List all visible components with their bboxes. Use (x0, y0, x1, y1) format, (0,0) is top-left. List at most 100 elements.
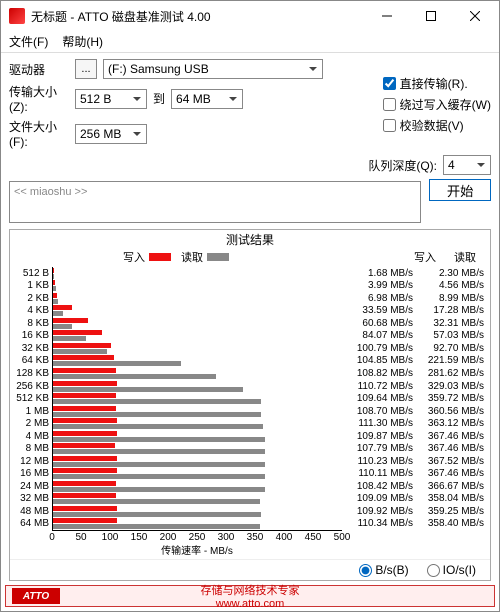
drive-select[interactable]: (F:) Samsung USB (103, 59, 323, 79)
y-label: 24 MB (10, 480, 49, 493)
write-bar (53, 268, 54, 273)
direct-io-checkbox[interactable]: 直接传输(R). (383, 75, 491, 92)
unit-radio-group: B/s(B) IO/s(I) (10, 559, 490, 580)
bar-row (53, 430, 342, 443)
write-bar (53, 280, 55, 285)
bar-row (53, 305, 342, 318)
app-icon (9, 8, 25, 24)
start-button[interactable]: 开始 (429, 179, 491, 201)
x-tick: 250 (189, 532, 206, 543)
transfer-to-select[interactable]: 64 MB (171, 89, 243, 109)
x-tick: 100 (102, 532, 119, 543)
y-label: 4 MB (10, 430, 49, 443)
menubar: 文件(F) 帮助(H) (1, 31, 499, 53)
write-bar (53, 343, 111, 348)
drive-label: 驱动器 (9, 61, 69, 78)
write-bar (53, 456, 117, 461)
y-label: 2 MB (10, 417, 49, 430)
write-bar (53, 381, 117, 386)
readout-row: 110.34 MB/s358.40 MB/s (342, 518, 484, 530)
read-bar (53, 311, 63, 316)
bar-row (53, 468, 342, 481)
unit-ios-radio[interactable]: IO/s(I) (427, 563, 476, 577)
to-label: 到 (153, 90, 165, 107)
menu-help[interactable]: 帮助(H) (62, 33, 103, 50)
x-tick: 200 (160, 532, 177, 543)
readout-row: 108.82 MB/s281.62 MB/s (342, 367, 484, 380)
verify-data-checkbox[interactable]: 校验数据(V) (383, 117, 491, 134)
write-bar (53, 406, 116, 411)
write-bar (53, 493, 116, 498)
titlebar: 无标题 - ATTO 磁盘基准测试 4.00 (1, 1, 499, 31)
bypass-cache-checkbox[interactable]: 绕过写入缓存(W) (383, 96, 491, 113)
footer-text: 存储与网络技术专家www.atto.com (66, 582, 434, 610)
write-bar (53, 468, 117, 473)
y-label: 1 KB (10, 280, 49, 293)
footer-banner[interactable]: ATTO 存储与网络技术专家www.atto.com (5, 585, 495, 607)
bar-row (53, 317, 342, 330)
write-bar (53, 293, 57, 298)
write-bar (53, 355, 114, 360)
readout-row: 111.30 MB/s363.12 MB/s (342, 417, 484, 430)
menu-file[interactable]: 文件(F) (9, 33, 48, 50)
readout-row: 3.99 MB/s4.56 MB/s (342, 280, 484, 293)
readout-row: 109.87 MB/s367.46 MB/s (342, 430, 484, 443)
read-bar (53, 462, 265, 467)
read-bar (53, 512, 261, 517)
y-label: 128 KB (10, 367, 49, 380)
write-bar (53, 518, 117, 523)
read-bar (53, 336, 86, 341)
readout-row: 33.59 MB/s17.28 MB/s (342, 305, 484, 318)
bar-row (53, 392, 342, 405)
description-input[interactable]: << miaoshu >> (9, 181, 421, 223)
read-bar (53, 412, 261, 417)
bar-row (53, 518, 342, 530)
readout-row: 60.68 MB/s32.31 MB/s (342, 317, 484, 330)
readout-row: 109.92 MB/s359.25 MB/s (342, 505, 484, 518)
readout-row: 100.79 MB/s92.70 MB/s (342, 342, 484, 355)
bar-row (53, 292, 342, 305)
transfer-size-label: 传输大小(Z): (9, 83, 69, 114)
file-size-select[interactable]: 256 MB (75, 124, 147, 144)
results-title: 测试结果 (10, 230, 490, 249)
transfer-from-select[interactable]: 512 B (75, 89, 147, 109)
bar-row (53, 405, 342, 418)
readout-row: 84.07 MB/s57.03 MB/s (342, 330, 484, 343)
x-tick: 150 (131, 532, 148, 543)
options-panel: 直接传输(R). 绕过写入缓存(W) 校验数据(V) (383, 75, 491, 134)
y-label: 16 MB (10, 468, 49, 481)
read-bar (53, 449, 265, 454)
bar-row (53, 380, 342, 393)
maximize-button[interactable] (409, 2, 453, 30)
bar-row (53, 493, 342, 506)
write-bar (53, 393, 116, 398)
readout-row: 109.64 MB/s359.72 MB/s (342, 392, 484, 405)
read-column-header: 读取 (454, 249, 476, 265)
y-label: 1 MB (10, 405, 49, 418)
unit-bs-radio[interactable]: B/s(B) (359, 563, 408, 577)
readout-row: 107.79 MB/s367.46 MB/s (342, 442, 484, 455)
read-bar (53, 274, 54, 279)
write-swatch (149, 253, 171, 261)
x-tick: 400 (276, 532, 293, 543)
x-tick: 0 (49, 532, 55, 543)
minimize-button[interactable] (365, 2, 409, 30)
write-bar (53, 506, 117, 511)
close-button[interactable] (453, 2, 497, 30)
bar-row (53, 442, 342, 455)
write-bar (53, 418, 117, 423)
bar-row (53, 330, 342, 343)
read-bar (53, 424, 263, 429)
read-bar (53, 324, 72, 329)
write-bar (53, 431, 117, 436)
read-bar (53, 374, 216, 379)
y-label: 32 MB (10, 493, 49, 506)
queue-depth-select[interactable]: 4 (443, 155, 491, 175)
y-label: 8 KB (10, 317, 49, 330)
y-label: 8 MB (10, 442, 49, 455)
bar-row (53, 480, 342, 493)
read-bar (53, 399, 261, 404)
drive-browse-button[interactable]: ... (75, 59, 97, 79)
read-bar (53, 299, 58, 304)
content-area: 驱动器 ... (F:) Samsung USB 传输大小(Z): 512 B … (1, 53, 499, 585)
